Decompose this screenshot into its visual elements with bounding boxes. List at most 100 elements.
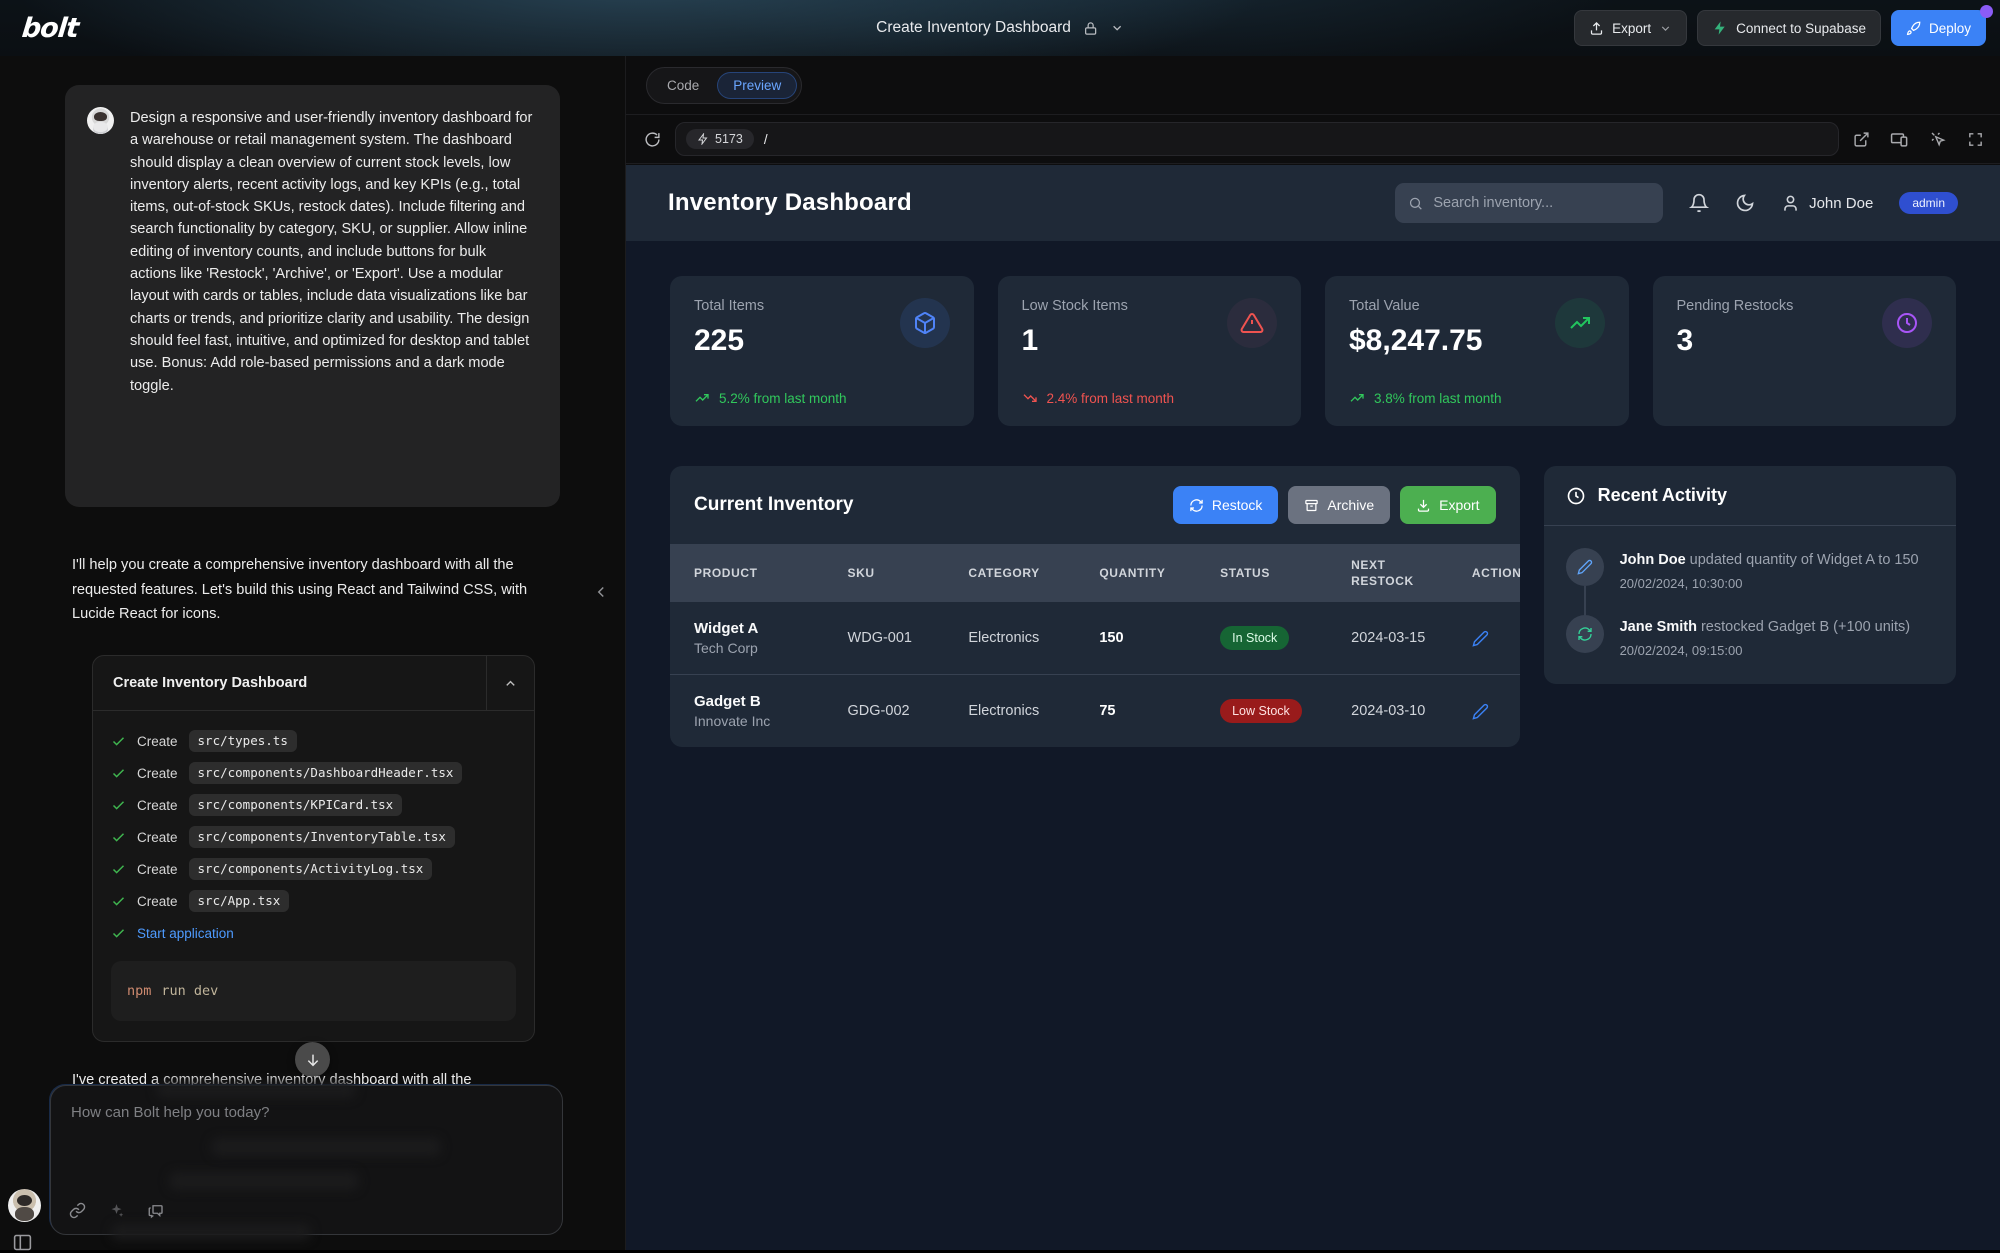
- step-action: Create: [137, 862, 178, 877]
- inventory-search-input[interactable]: [1433, 195, 1650, 211]
- download-icon: [1416, 498, 1431, 513]
- tab-code[interactable]: Code: [651, 72, 715, 99]
- archive-button[interactable]: Archive: [1288, 486, 1390, 524]
- chevron-down-icon[interactable]: [1110, 21, 1124, 35]
- artifact-step: Create src/components/InventoryTable.tsx: [111, 821, 516, 853]
- attach-link-icon[interactable]: [69, 1202, 86, 1220]
- collapse-chat-button[interactable]: [592, 583, 610, 601]
- next-restock-cell: 2024-03-15: [1327, 602, 1448, 675]
- port-chip[interactable]: 5173: [686, 129, 754, 149]
- search-icon: [1408, 195, 1423, 212]
- redacted-blur: [211, 1138, 441, 1156]
- reload-icon[interactable]: [644, 131, 661, 148]
- fullscreen-icon[interactable]: [1967, 131, 1984, 148]
- refresh-icon: [1189, 498, 1204, 513]
- artifact-title: Create Inventory Dashboard: [93, 656, 486, 710]
- account-avatar[interactable]: [8, 1189, 41, 1222]
- port-number: 5173: [715, 132, 743, 146]
- user-icon: [1781, 194, 1800, 213]
- clock-icon: [1566, 486, 1586, 506]
- inspector-cursor-icon[interactable]: [1929, 130, 1947, 148]
- edit-pencil-icon[interactable]: [1472, 703, 1520, 720]
- user-avatar: [87, 107, 114, 134]
- url-bar[interactable]: 5173 /: [675, 122, 1839, 156]
- status-badge: Low Stock: [1220, 699, 1302, 723]
- check-icon: [111, 926, 126, 941]
- sku-cell: GDG-002: [824, 675, 945, 748]
- workbench-panel: Code Preview 5173 /: [625, 56, 2000, 1250]
- activity-text: restocked Gadget B (+100 units): [1697, 619, 1910, 635]
- archive-icon: [1304, 498, 1319, 513]
- activity-title: Recent Activity: [1598, 485, 1727, 506]
- dashboard-header: Inventory Dashboard John Doe admin: [626, 165, 2000, 241]
- rocket-icon: [1906, 21, 1921, 36]
- export-button[interactable]: Export: [1574, 10, 1687, 46]
- activity-timestamp: 20/02/2024, 10:30:00: [1620, 576, 1919, 591]
- restock-button[interactable]: Restock: [1173, 486, 1279, 524]
- check-icon: [111, 894, 126, 909]
- chat-input-card[interactable]: [50, 1085, 563, 1235]
- inventory-title: Current Inventory: [694, 494, 853, 516]
- col-actions: Actions: [1448, 544, 1520, 602]
- step-action: Create: [137, 766, 178, 781]
- step-file-chip[interactable]: src/components/InventoryTable.tsx: [189, 826, 455, 848]
- collapse-artifact-button[interactable]: [486, 656, 534, 710]
- export-label: Export: [1612, 21, 1651, 36]
- artifact-step: Create src/components/ActivityLog.tsx: [111, 853, 516, 885]
- edit-pencil-icon[interactable]: [1472, 630, 1520, 647]
- clock-icon: [1882, 298, 1932, 348]
- sparkles-icon[interactable]: [108, 1202, 125, 1220]
- inventory-search[interactable]: [1395, 183, 1663, 223]
- open-external-icon[interactable]: [1853, 131, 1870, 148]
- current-inventory-card: Current Inventory Restock Archive: [670, 466, 1520, 747]
- step-action: Create: [137, 734, 178, 749]
- command-name: npm: [127, 983, 151, 999]
- export-csv-button[interactable]: Export: [1400, 486, 1495, 524]
- notifications-bell-icon[interactable]: [1689, 193, 1709, 213]
- deploy-button[interactable]: Deploy: [1891, 10, 1986, 46]
- col-product: Product: [670, 544, 824, 602]
- quantity-cell[interactable]: 150: [1075, 602, 1196, 675]
- user-menu[interactable]: John Doe: [1781, 194, 1873, 213]
- step-file-chip[interactable]: src/components/KPICard.tsx: [189, 794, 403, 816]
- activity-user: John Doe: [1620, 552, 1686, 568]
- deploy-label: Deploy: [1929, 21, 1971, 36]
- step-file-chip[interactable]: src/components/DashboardHeader.tsx: [189, 762, 463, 784]
- step-file-chip[interactable]: src/types.ts: [189, 730, 297, 752]
- role-badge: admin: [1899, 192, 1958, 214]
- activity-user: Jane Smith: [1620, 619, 1697, 635]
- product-name: Gadget B: [694, 693, 824, 710]
- responsive-devices-icon[interactable]: [1890, 130, 1909, 149]
- step-file-chip[interactable]: src/App.tsx: [189, 890, 290, 912]
- artifact-step: Create src/types.ts: [111, 725, 516, 757]
- check-icon: [111, 830, 126, 845]
- recent-activity-card: Recent Activity John Doe updated quantit…: [1544, 466, 1956, 684]
- product-supplier: Innovate Inc: [694, 713, 824, 729]
- step-file-chip[interactable]: src/components/ActivityLog.tsx: [189, 858, 433, 880]
- kpi-card-total-items: Total Items 225 5.2% from last month: [670, 276, 974, 426]
- url-path: /: [764, 132, 768, 147]
- connect-supabase-button[interactable]: Connect to Supabase: [1697, 10, 1881, 46]
- start-application-link[interactable]: Start application: [137, 926, 234, 941]
- view-tabs-row: Code Preview: [626, 56, 2000, 114]
- chat-input-field[interactable]: [71, 1104, 542, 1121]
- tab-preview[interactable]: Preview: [717, 72, 797, 99]
- chat-mode-icon[interactable]: [147, 1202, 165, 1220]
- user-name: John Doe: [1809, 195, 1873, 212]
- chevron-down-icon: [1659, 22, 1672, 35]
- project-title-group[interactable]: Create Inventory Dashboard: [876, 0, 1124, 56]
- kpi-card-low-stock: Low Stock Items 1 2.4% from last month: [998, 276, 1302, 426]
- chat-panel: Design a responsive and user-friendly in…: [0, 56, 625, 1250]
- dark-mode-toggle-icon[interactable]: [1735, 193, 1755, 213]
- check-icon: [111, 862, 126, 877]
- kpi-row: Total Items 225 5.2% from last month Low…: [670, 276, 1956, 426]
- lock-icon: [1083, 21, 1098, 36]
- quantity-cell[interactable]: 75: [1075, 675, 1196, 748]
- bolt-logo[interactable]: bolt: [20, 13, 79, 44]
- pencil-icon: [1566, 548, 1604, 586]
- refresh-icon: [1566, 615, 1604, 653]
- col-category: Category: [944, 544, 1075, 602]
- project-title: Create Inventory Dashboard: [876, 19, 1071, 37]
- check-icon: [111, 798, 126, 813]
- category-cell: Electronics: [944, 675, 1075, 748]
